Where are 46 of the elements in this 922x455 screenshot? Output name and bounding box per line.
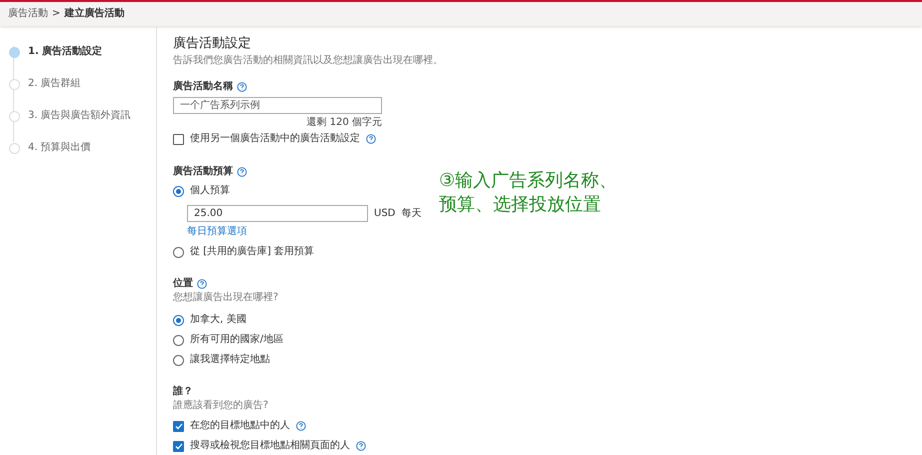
checkbox[interactable] [173,134,184,144]
option-label: 所有可用的國家/地區 [190,334,284,346]
radio-button[interactable] [173,354,184,366]
help-icon[interactable] [237,82,247,92]
field-question: 您想讓廣告出現在哪裡? [173,292,280,304]
help-icon[interactable] [197,279,207,289]
option-label: 個人預算 [190,185,230,197]
character-count: 還剩 120 個字元 [306,117,382,129]
step-label[interactable]: 2. 廣告群組 [28,78,81,90]
option-label: 加拿大, 美國 [190,314,246,326]
option-label: 讓我選擇特定地點 [190,354,270,366]
checkbox[interactable] [173,420,184,432]
radio-button[interactable] [173,334,184,346]
step-label[interactable]: 3. 廣告與廣告額外資訊 [28,110,131,122]
annotation-text: ③输入广告系列名称、预算、选择投放位置 [439,169,618,217]
page-description: 告訴我們您廣告活動的相關資訊以及您想讓廣告出現在哪裡。 [173,55,444,67]
field-question: 誰應該看到您的廣告? [173,400,270,412]
help-icon[interactable] [237,167,247,177]
field-label: 廣告活動名稱 [173,81,233,93]
campaign-name-field[interactable]: 一个广告系列示例 [173,97,382,114]
checkbox[interactable] [173,440,184,452]
page-heading: 廣告活動設定 [173,36,252,52]
step-label[interactable]: 4. 預算與出價 [28,142,91,154]
field-label: 誰？ [173,386,193,398]
breadcrumb-link[interactable]: 廣告活動 [8,8,48,20]
step-label[interactable]: 1. 廣告活動設定 [28,46,102,58]
checkbox-label: 使用另一個廣告活動中的廣告活動設定 [190,133,360,145]
breadcrumb-separator: > [52,8,60,20]
help-icon[interactable] [366,134,376,144]
help-icon[interactable] [296,421,306,431]
help-icon[interactable] [356,441,366,451]
field-label: 廣告活動預算 [173,166,233,178]
radio-button[interactable] [173,246,184,258]
period-label: 每天 [401,208,422,220]
budget-amount-field[interactable]: 25.00 [187,205,368,222]
currency-label: USD [374,208,396,220]
radio-button[interactable] [173,314,184,326]
checkmark-icon [174,442,182,450]
checkbox-label: 搜尋或檢視您目標地點相關頁面的人 [190,440,350,452]
checkmark-icon [174,422,182,430]
budget-options-link[interactable]: 每日預算選項 [187,226,247,238]
option-label: 從 [共用的廣告庫] 套用預算 [190,246,314,258]
checkbox-label: 在您的目標地點中的人 [190,420,290,432]
breadcrumb-current: 建立廣告活動 [64,8,124,20]
field-label: 位置 [173,278,193,290]
radio-button[interactable] [173,186,184,196]
